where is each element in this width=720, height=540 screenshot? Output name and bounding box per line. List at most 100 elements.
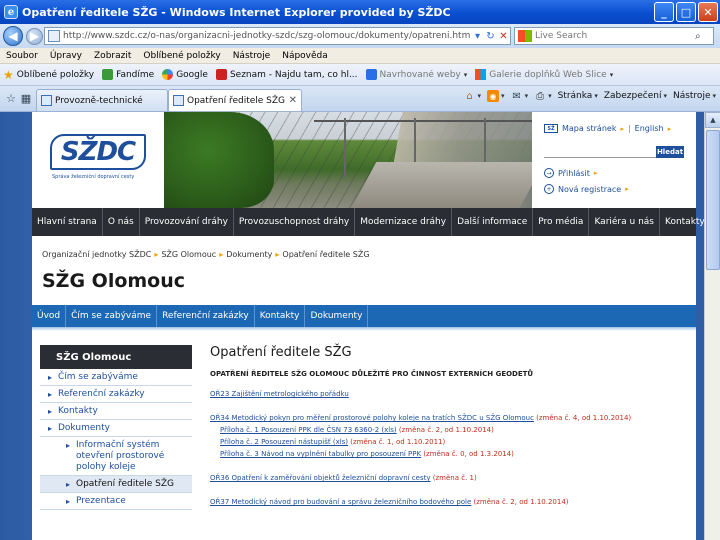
- close-tab-icon[interactable]: ✕: [289, 95, 297, 106]
- document-link[interactable]: OŘ37 Metodický návod pro budování a sprá…: [210, 498, 471, 506]
- seznam-icon: [215, 69, 227, 80]
- scroll-up-icon[interactable]: ▲: [705, 112, 720, 128]
- side-menu-item-informacni-system-otevreni-prostorove-polohy-koleje[interactable]: ▸ Informační systém otevření prostorové p…: [40, 437, 192, 476]
- subnav-item-dokumenty[interactable]: Dokumenty: [305, 305, 369, 327]
- document-change-note: (změna č. 2, od 1.10.2014): [473, 498, 569, 506]
- side-menu-item-kontakty[interactable]: ▸ Kontakty: [40, 403, 192, 420]
- side-menu-item-opatreni-reditele-szg[interactable]: ▸ Opatření ředitele SŽG: [40, 476, 192, 493]
- subnav-item-cim-se-zabyvame[interactable]: Čím se zabýváme: [66, 305, 158, 327]
- tools-menu[interactable]: Nástroje ▾: [673, 91, 716, 101]
- feeds-button[interactable]: ◉ ▾: [487, 90, 505, 102]
- search-input[interactable]: [535, 31, 695, 41]
- address-bar[interactable]: http://www.szdc.cz/o-nas/organizacni-jed…: [44, 27, 511, 45]
- window-controls: _ □ ✕: [654, 2, 718, 22]
- stop-icon[interactable]: ✕: [497, 30, 510, 43]
- favorite-seznam-najdu-tam-co-hl[interactable]: Seznam - Najdu tam, co hl...: [215, 69, 358, 80]
- login-link[interactable]: → Přihlásit ▸: [544, 168, 629, 178]
- mainnav-item-o-nas[interactable]: O nás: [103, 208, 140, 236]
- dropdown-arrow-icon[interactable]: ▾: [471, 30, 484, 43]
- document-change-note: (změna č. 0, od 1.3.2014): [423, 450, 514, 458]
- mainnav-item-dalsi-informace[interactable]: Další informace: [452, 208, 534, 236]
- document-link[interactable]: OŘ34 Metodický pokyn pro měření prostoro…: [210, 414, 534, 422]
- mainnav-item-provozovani-drahy[interactable]: Provozování dráhy: [140, 208, 234, 236]
- menu-item-nastroje[interactable]: Nástroje: [233, 51, 271, 61]
- side-menu-item-dokumenty[interactable]: ▸ Dokumenty: [40, 420, 192, 437]
- favorite-label: Seznam - Najdu tam, co hl...: [229, 69, 358, 80]
- mainnav-item-hlavni-strana[interactable]: Hlavní strana: [32, 208, 103, 236]
- breadcrumb-item[interactable]: Organizační jednotky SŽDC: [42, 250, 151, 259]
- forward-button[interactable]: ▶: [26, 27, 43, 45]
- tab-opatreni-reditele[interactable]: Opatření ředitele SŽG ✕: [168, 89, 302, 111]
- mainnav-item-pro-media[interactable]: Pro média: [533, 208, 590, 236]
- document-link[interactable]: Příloha č. 1 Posouzení PPK dle ČSN 73 63…: [220, 426, 397, 434]
- mainnav-item-kariera-u-nas[interactable]: Kariéra u nás: [589, 208, 660, 236]
- safety-menu[interactable]: Zabezpečení ▾: [604, 91, 667, 101]
- document-link[interactable]: Příloha č. 2 Posouzení nástupišť (xls): [220, 438, 348, 446]
- home-button[interactable]: ⌂ ▾: [464, 90, 481, 102]
- ms-icon: [475, 69, 487, 80]
- close-button[interactable]: ✕: [698, 2, 718, 22]
- back-button[interactable]: ◀: [3, 26, 23, 46]
- arrow-right-icon: ▸: [48, 373, 53, 382]
- subnav-item-kontakty[interactable]: Kontakty: [255, 305, 306, 327]
- address-url[interactable]: http://www.szdc.cz/o-nas/organizacni-jed…: [63, 31, 471, 41]
- star-icon: ★: [3, 67, 14, 82]
- menu-item-zobrazit[interactable]: Zobrazit: [94, 51, 131, 61]
- document-link[interactable]: OŘ23 Zajištění metrologického pořádku: [210, 390, 349, 398]
- breadcrumb-item[interactable]: SŽG Olomouc: [161, 250, 216, 259]
- mainnav-item-modernizace-drahy[interactable]: Modernizace dráhy: [355, 208, 453, 236]
- menu-item-upravy[interactable]: Úpravy: [50, 51, 82, 61]
- register-label: Nová registrace: [558, 184, 622, 194]
- mail-icon: ✉: [512, 90, 521, 102]
- live-search-box[interactable]: ⌕: [514, 27, 714, 45]
- search-icon[interactable]: ⌕: [695, 31, 701, 42]
- subnav-item-uvod[interactable]: Úvod: [32, 305, 67, 327]
- favorite-google[interactable]: Google: [162, 69, 208, 80]
- document-list: OŘ23 Zajištění metrologického pořádku OŘ3…: [210, 390, 690, 506]
- page-menu[interactable]: Stránka ▾: [558, 91, 598, 101]
- favorites-center-icon[interactable]: ☆: [4, 91, 18, 105]
- search-button[interactable]: Hledat: [656, 146, 684, 158]
- page-menu-label: Stránka: [557, 91, 593, 101]
- register-link[interactable]: + Nová registrace ▸: [544, 184, 629, 194]
- favorite-galerie-doplnku-web-slice[interactable]: Galerie doplňků Web Slice ▾: [475, 69, 613, 80]
- web-page: SŽDC Správa železniční dopravní cesty SŽ…: [32, 112, 711, 540]
- tab-provozne-technicke[interactable]: Provozně-technické: [36, 89, 168, 111]
- side-menu-item-prezentace[interactable]: ▸ Prezentace: [40, 493, 192, 510]
- login-label: Přihlásit: [558, 168, 590, 178]
- subnav-item-referencni-zakazky[interactable]: Referenční zakázky: [157, 305, 255, 327]
- mail-button[interactable]: ✉ ▾: [511, 90, 528, 102]
- menu-item-soubor[interactable]: Soubor: [6, 51, 38, 61]
- breadcrumb-item[interactable]: Dokumenty: [226, 250, 272, 259]
- quick-tabs-icon[interactable]: ▦: [19, 91, 33, 105]
- site-search-input[interactable]: [544, 146, 656, 158]
- header-railway-photo: [164, 112, 532, 208]
- minimize-button[interactable]: _: [654, 2, 674, 22]
- chevron-down-icon: ▾: [609, 70, 614, 79]
- maximize-button[interactable]: □: [676, 2, 696, 22]
- favorite-fandime[interactable]: Fandíme: [102, 69, 154, 80]
- favorite-label: Fandíme: [116, 69, 155, 80]
- ie-icon: [365, 69, 377, 80]
- side-menu-item-cim-se-zabyvame[interactable]: ▸ Čím se zabýváme: [40, 369, 192, 386]
- breadcrumb-separator-icon: ▸: [154, 250, 159, 259]
- szdc-logo[interactable]: SŽDC Správa železniční dopravní cesty: [50, 134, 146, 184]
- document-link[interactable]: OŘ36 Opatření k zaměřování objektů želez…: [210, 474, 431, 482]
- arrow-right-icon: ▸: [625, 185, 629, 193]
- document-change-note: (změna č. 2, od 1.10.2014): [398, 426, 494, 434]
- document-link[interactable]: Příloha č. 3 Návod na vyplnění tabulky p…: [220, 450, 421, 458]
- favorite-navrhovane-weby[interactable]: Navrhované weby ▾: [365, 69, 467, 80]
- english-link[interactable]: English: [635, 124, 664, 133]
- menu-item-oblibene-polozky[interactable]: Oblíbené položky: [143, 51, 220, 61]
- vertical-scrollbar[interactable]: ▲: [704, 112, 720, 540]
- print-button[interactable]: ⎙ ▾: [534, 90, 552, 102]
- refresh-icon[interactable]: ↻: [484, 30, 497, 43]
- sitemap-link[interactable]: Mapa stránek: [562, 124, 616, 133]
- side-menu-item-referencni-zakazky[interactable]: ▸ Referenční zakázky: [40, 386, 192, 403]
- scroll-thumb[interactable]: [706, 130, 720, 270]
- mainnav-item-provozuschopnost-drahy[interactable]: Provozuschopnost dráhy: [234, 208, 356, 236]
- breadcrumb: Organizační jednotky SŽDC ▸ SŽG Olomouc ▸ Do…: [42, 250, 370, 259]
- menu-item-napoveda[interactable]: Nápověda: [282, 51, 328, 61]
- favorite-oblibene-polozky[interactable]: ★ Oblíbené položky: [3, 69, 94, 81]
- page-icon: [173, 95, 184, 106]
